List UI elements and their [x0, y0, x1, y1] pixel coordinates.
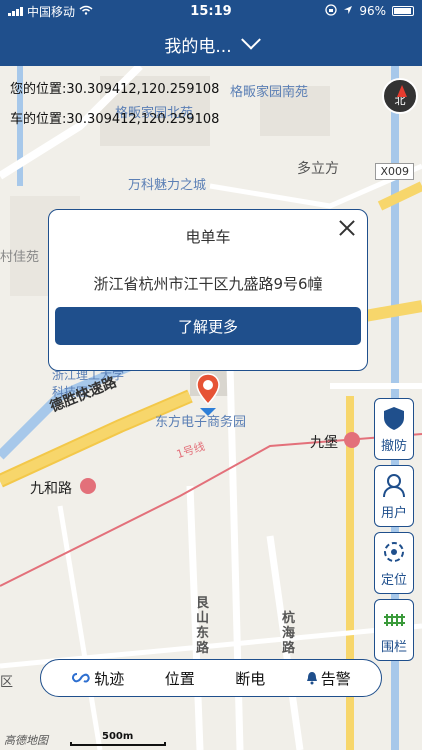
popup-title: 电单车 [185, 228, 231, 246]
disarm-label: 撤防 [380, 439, 407, 454]
chevron-down-icon[interactable] [240, 29, 261, 50]
metro-station-label: 九堡 [310, 435, 338, 451]
map-scale: 500m [70, 731, 166, 746]
road-label: 艮山东路 [196, 596, 210, 656]
compass-label: 北 [394, 94, 406, 107]
locate-label: 定位 [380, 573, 407, 588]
fence-icon [381, 606, 407, 632]
location-arrow-icon [343, 4, 353, 18]
lock-rotation-icon [325, 3, 337, 19]
bell-icon [306, 671, 318, 685]
user-icon [381, 472, 407, 498]
position-label: 位置 [164, 669, 195, 688]
power-off-label: 断电 [235, 669, 266, 688]
carrier-name: 中国移动 [27, 4, 76, 19]
battery-icon [392, 6, 414, 16]
locate-icon [381, 539, 407, 565]
poi-label: 多立方 [297, 161, 339, 177]
fence-button[interactable]: 围栏 [374, 599, 414, 661]
disarm-button[interactable]: 撤防 [374, 398, 414, 460]
track-icon [71, 672, 91, 684]
map-logo: 高德地图 [4, 734, 48, 747]
poi-label: 万科魅力之城 [128, 178, 207, 193]
nav-bar: 我的电... [0, 22, 422, 66]
my-position-text: 您的位置:30.309412,120.259108 [10, 82, 220, 97]
road-label: 杭海路 [282, 611, 296, 656]
bottom-toolbar: 轨迹 位置 断电 告警 [40, 659, 382, 697]
power-off-tab[interactable]: 断电 [235, 668, 265, 689]
fence-label: 围栏 [380, 640, 407, 655]
road-badge: X009 [375, 163, 414, 180]
battery-percent: 96% [359, 4, 386, 18]
track-tab[interactable]: 轨迹 [71, 668, 124, 689]
compass-icon[interactable]: 北 [382, 78, 418, 114]
vehicle-info-popup: 电单车 浙江省杭州市江干区九盛路9号6幢 了解更多 [48, 209, 368, 371]
locate-button[interactable]: 定位 [374, 532, 414, 594]
position-tab[interactable]: 位置 [165, 668, 195, 689]
alarm-label: 告警 [320, 669, 351, 688]
device-title[interactable]: 我的电... [164, 32, 231, 57]
signal-icon [8, 6, 23, 16]
clock: 15:19 [190, 3, 232, 19]
shield-icon [381, 405, 407, 431]
poi-label: 格畈家园南苑 [230, 85, 309, 100]
wifi-icon [79, 4, 93, 18]
track-label: 轨迹 [94, 669, 125, 688]
metro-station-label: 九和路 [30, 481, 72, 497]
poi-label: 村佳苑 [0, 250, 40, 265]
learn-more-button[interactable]: 了解更多 [55, 307, 361, 345]
user-button[interactable]: 用户 [374, 465, 414, 527]
vehicle-marker-icon[interactable] [195, 372, 221, 418]
scale-label: 500m [102, 731, 134, 742]
user-label: 用户 [380, 506, 407, 521]
alarm-tab[interactable]: 告警 [306, 668, 351, 689]
close-icon[interactable] [337, 218, 357, 238]
popup-address: 浙江省杭州市江干区九盛路9号6幢 [93, 275, 323, 293]
status-bar: 中国移动 15:19 96% [0, 0, 422, 22]
car-position-text: 车的位置:30.309412,120.259108 [10, 112, 220, 127]
poi-label: 区 [0, 675, 14, 690]
